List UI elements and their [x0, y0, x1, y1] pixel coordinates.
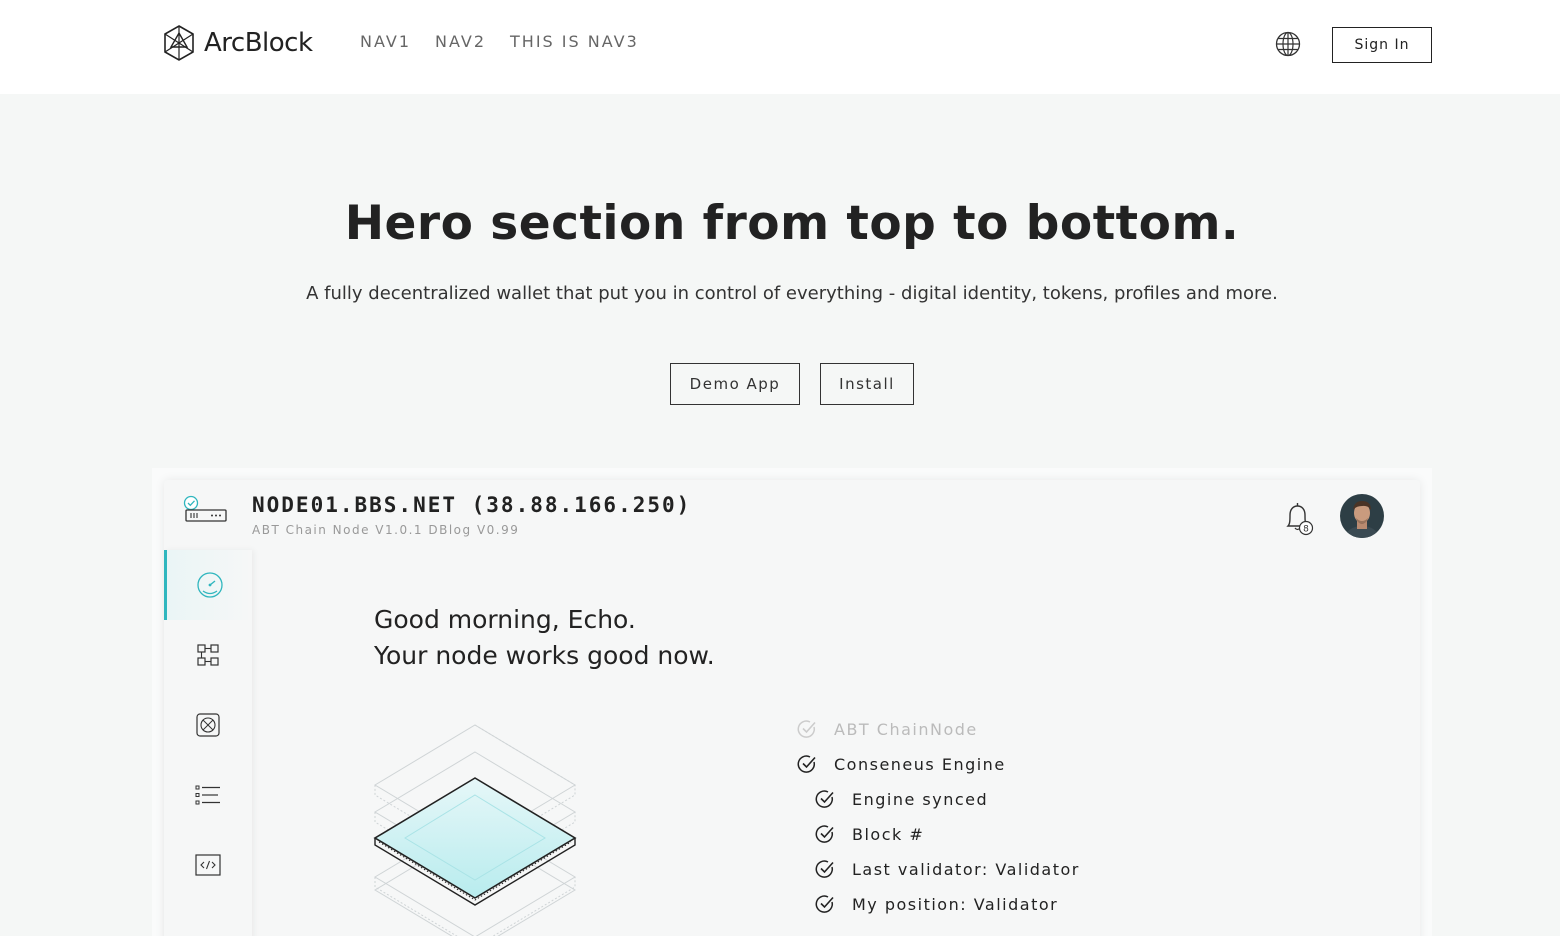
checklist-label: Engine synced [852, 789, 989, 809]
chip-icon [196, 713, 220, 737]
nav-item-2[interactable]: NAV2 [435, 32, 486, 51]
dashboard-preview: NODE01.BBS.NET (38.88.166.250) ABT Chain… [152, 468, 1432, 936]
checklist-item: Conseneus Engine [796, 753, 1006, 775]
user-avatar[interactable] [1340, 494, 1384, 538]
check-circle-icon [815, 860, 834, 878]
code-icon [195, 854, 221, 876]
sidebar-item-code[interactable] [164, 830, 252, 900]
arcblock-logo[interactable]: ArcBlock [163, 24, 313, 62]
checklist-label: Last validator: Validator [852, 859, 1080, 879]
hero-title: Hero section from top to bottom. [344, 196, 1240, 251]
nav-item-3[interactable]: THIS IS NAV3 [510, 32, 639, 51]
checklist-item: ABT ChainNode [796, 718, 978, 740]
greeting-line-1: Good morning, Echo. [374, 605, 636, 634]
check-circle-icon [815, 790, 834, 808]
arcblock-logo-icon [164, 25, 194, 61]
check-circle-icon [815, 895, 834, 913]
checklist-item: Engine synced [814, 788, 988, 810]
hero-subtitle: A fully decentralized wallet that put yo… [306, 283, 1278, 304]
check-circle-icon [797, 720, 816, 738]
checklist-label: Conseneus Engine [834, 754, 1006, 774]
node-version: ABT Chain Node V1.0.1 DBlog V0.99 [252, 523, 520, 537]
user-avatar-image [1340, 494, 1384, 538]
checklist-item: My position: Validator [814, 893, 1058, 915]
sign-in-button[interactable]: Sign In [1332, 27, 1432, 63]
checklist-item: Last validator: Validator [814, 858, 1080, 880]
greeting-line-2: Your node works good now. [374, 641, 715, 670]
sidebar-item-chip[interactable] [164, 690, 252, 760]
sidebar-item-blocks[interactable] [164, 620, 252, 690]
notification-count: 8 [1303, 525, 1309, 535]
language-globe-icon[interactable] [1275, 31, 1301, 57]
logo-text: ArcBlock [204, 28, 313, 58]
check-circle-icon [797, 755, 816, 773]
greeting-text: Good morning, Echo. Your node works good… [374, 602, 715, 674]
server-node-icon [183, 495, 227, 522]
dashboard-card: NODE01.BBS.NET (38.88.166.250) ABT Chain… [164, 480, 1420, 936]
check-circle-icon [815, 825, 834, 843]
demo-app-button[interactable]: Demo App [670, 363, 800, 405]
top-header: ArcBlock NAV1 NAV2 THIS IS NAV3 Sign In [0, 0, 1560, 94]
checklist-item: Block # [814, 823, 924, 845]
dashboard-sidebar [164, 550, 252, 936]
checklist-label: My position: Validator [852, 894, 1059, 914]
list-icon [195, 785, 220, 805]
install-button[interactable]: Install [820, 363, 914, 405]
sidebar-item-list[interactable] [164, 760, 252, 830]
checklist-label: ABT ChainNode [834, 719, 978, 739]
notification-bell-icon[interactable]: 8 [1278, 498, 1318, 538]
main-nav: NAV1 NAV2 THIS IS NAV3 [360, 32, 639, 51]
layer-stack-illustration [373, 724, 577, 936]
checklist-label: Block # [852, 824, 925, 844]
blocks-grid-icon [197, 644, 219, 666]
node-title: NODE01.BBS.NET (38.88.166.250) [252, 493, 692, 517]
sidebar-item-dashboard[interactable] [164, 550, 252, 620]
speedometer-icon [196, 572, 223, 598]
nav-item-1[interactable]: NAV1 [360, 32, 411, 51]
